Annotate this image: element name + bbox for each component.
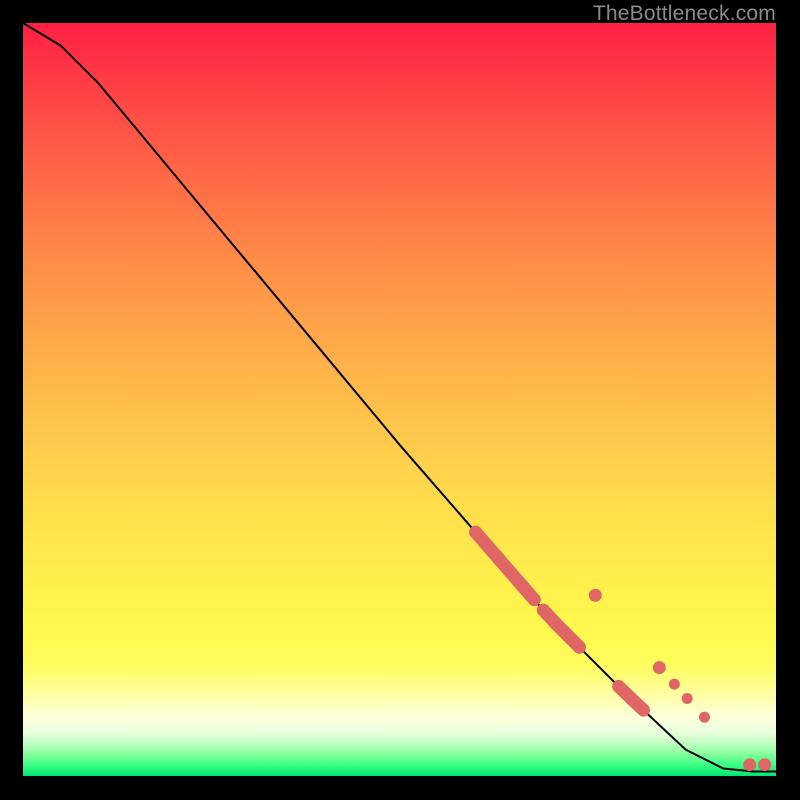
- curve-marker-dot: [758, 758, 771, 771]
- curve-marker-dot: [699, 712, 710, 723]
- marker-group-pill: [476, 532, 644, 710]
- bottleneck-curve: [23, 23, 776, 772]
- curve-marker-pill: [566, 634, 580, 648]
- curve-marker-pill: [521, 584, 535, 600]
- curve-marker-dot: [653, 661, 666, 674]
- curve-marker-pill: [630, 697, 644, 710]
- curve-marker-dot: [682, 693, 693, 704]
- curve-marker-dot: [743, 758, 756, 771]
- curve-marker-dot: [589, 589, 602, 602]
- chart-overlay: [23, 23, 776, 776]
- curve-marker-dot: [669, 679, 680, 690]
